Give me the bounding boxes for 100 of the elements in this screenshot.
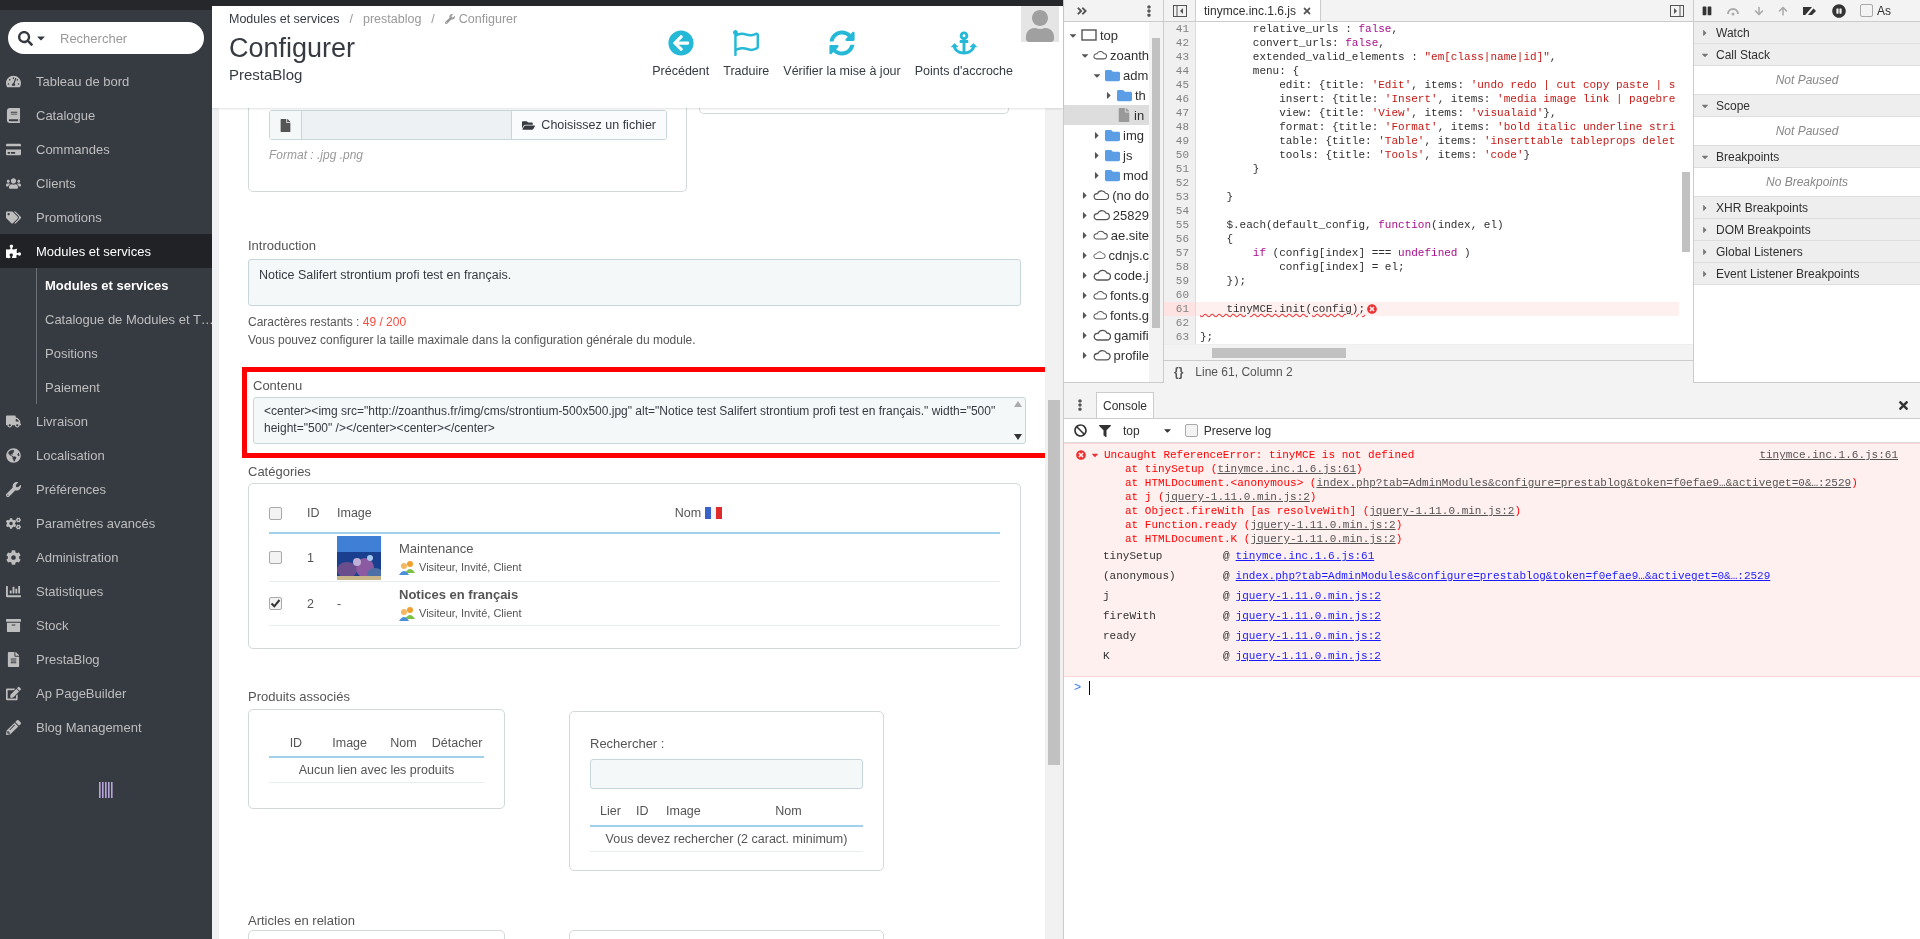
caret-right-icon[interactable]: [1104, 89, 1114, 101]
deactivate-breakpoints-icon[interactable]: [1802, 4, 1818, 17]
caret-right-icon[interactable]: [1080, 349, 1090, 361]
section-header[interactable]: DOM Breakpoints: [1694, 219, 1920, 241]
source-link[interactable]: jquery-1.11.0.min.js:2: [1164, 491, 1310, 503]
sidebar-item[interactable]: Livraison: [0, 404, 212, 438]
sidebar-item[interactable]: Statistiques: [0, 574, 212, 608]
tree-item[interactable]: fonts.g: [1064, 305, 1149, 325]
checkbox[interactable]: [1184, 424, 1198, 437]
caret-right-icon[interactable]: [1080, 249, 1090, 261]
tree-item[interactable]: fonts.g: [1064, 285, 1149, 305]
pause-on-exceptions-icon[interactable]: [1832, 3, 1846, 18]
sidebar-item[interactable]: Administration: [0, 540, 212, 574]
toolbar-button[interactable]: Vérifier la mise à jour: [781, 26, 903, 82]
search-field[interactable]: Rechercher: [8, 22, 204, 54]
caret-right-icon[interactable]: [1080, 269, 1090, 281]
tree-item[interactable]: th: [1064, 85, 1149, 105]
tree-item[interactable]: img: [1064, 125, 1149, 145]
submenu-item[interactable]: Positions: [37, 336, 212, 370]
console-tab[interactable]: Console: [1096, 392, 1155, 418]
tree-item[interactable]: ae.site: [1064, 225, 1149, 245]
sidebar-item[interactable]: Catalogue: [0, 98, 212, 132]
pretty-print-button[interactable]: {}: [1174, 365, 1184, 379]
caret-right-icon[interactable]: [1080, 329, 1090, 341]
panel-toggle-icon[interactable]: [1172, 4, 1187, 17]
source-link[interactable]: jquery-1.11.0.min.js:2: [1235, 610, 1381, 622]
submenu-item[interactable]: Modules et services: [37, 268, 212, 302]
source-link[interactable]: jquery-1.11.0.min.js:2: [1235, 650, 1381, 662]
search-field[interactable]: [590, 759, 863, 789]
caret-right-icon[interactable]: [1092, 169, 1102, 181]
panel-toggle-icon[interactable]: [1670, 4, 1684, 17]
toolbar-button[interactable]: Traduire: [721, 26, 772, 82]
tree-item[interactable]: profile: [1064, 345, 1149, 365]
pause-icon[interactable]: [1702, 5, 1712, 16]
content-field[interactable]: <center><img src="http://zoanthus.fr/img/cms/strontium-500x500.jpg" alt="Notice test Salifert strontium profi test en français." width="500" height="500" /></center><center></center>: [253, 397, 1026, 444]
scrollbar[interactable]: [1045, 108, 1063, 939]
tree-item[interactable]: adm: [1064, 65, 1149, 85]
tree-item[interactable]: js: [1064, 145, 1149, 165]
caret-right-icon[interactable]: [1080, 309, 1090, 321]
section-header[interactable]: Call Stack: [1694, 44, 1920, 66]
scroll-down-icon[interactable]: [1014, 434, 1022, 440]
chevrons-icon[interactable]: [1076, 4, 1088, 17]
checkbox[interactable]: [269, 551, 282, 564]
sidebar-item[interactable]: Ap PageBuilder: [0, 676, 212, 710]
caret-right-icon[interactable]: [1080, 209, 1090, 221]
file-tab[interactable]: tinymce.inc.1.6.js: [1196, 0, 1322, 21]
sidebar-item[interactable]: Blog Management: [0, 710, 212, 744]
caret-right-icon[interactable]: [1080, 189, 1090, 201]
caret-right-icon[interactable]: [1080, 229, 1090, 241]
clear-icon[interactable]: [1074, 424, 1087, 437]
section-header[interactable]: XHR Breakpoints: [1694, 197, 1920, 219]
source-link[interactable]: index.php?tab=AdminModules&configure=prestablog&token=f0efae9…&activeget=0&…:2529: [1316, 477, 1852, 489]
breadcrumb-link[interactable]: Modules et services: [229, 12, 340, 26]
source-link[interactable]: jquery-1.11.0.min.js:2: [1235, 590, 1381, 602]
caret-right-icon[interactable]: [1080, 289, 1090, 301]
sidebar-item[interactable]: Tableau de bord: [0, 64, 212, 98]
tree-item[interactable]: zoanth: [1064, 45, 1149, 65]
checkbox[interactable]: [1860, 4, 1873, 17]
submenu-item[interactable]: Catalogue de Modules et T…: [37, 302, 212, 336]
source-link[interactable]: jquery-1.11.0.min.js:2: [1250, 533, 1396, 545]
checkbox[interactable]: [269, 506, 282, 520]
tree-item[interactable]: in: [1064, 105, 1149, 125]
toolbar-button[interactable]: Points d'accroche: [912, 26, 1015, 82]
context-select[interactable]: top: [1123, 423, 1173, 438]
section-header[interactable]: Global Listeners: [1694, 241, 1920, 263]
sidebar-item[interactable]: Promotions: [0, 200, 212, 234]
sidebar-item[interactable]: Commandes: [0, 132, 212, 166]
sidebar-item[interactable]: Préférences: [0, 472, 212, 506]
sidebar-item[interactable]: Stock: [0, 608, 212, 642]
source-link[interactable]: tinymce.inc.1.6.js:61: [1217, 463, 1357, 475]
sidebar-item[interactable]: Clients: [0, 166, 212, 200]
source-link[interactable]: index.php?tab=AdminModules&configure=prestablog&token=f0efae9…&activeget=0&…:2529: [1235, 570, 1771, 582]
tree-item[interactable]: code.j: [1064, 265, 1149, 285]
source-link[interactable]: jquery-1.11.0.min.js:2: [1235, 630, 1381, 642]
source-link[interactable]: tinymce.inc.1.6.js:61: [1235, 550, 1375, 562]
sidebar-item[interactable]: Localisation: [0, 438, 212, 472]
tree-item[interactable]: 25829: [1064, 205, 1149, 225]
section-header[interactable]: Scope: [1694, 95, 1920, 117]
collapse-icon[interactable]: [99, 782, 113, 798]
sidebar-item[interactable]: Paramètres avancés: [0, 506, 212, 540]
section-header[interactable]: Breakpoints: [1694, 146, 1920, 168]
toolbar-button[interactable]: Précédent: [650, 26, 712, 82]
tree-item[interactable]: (no do: [1064, 185, 1149, 205]
source-link[interactable]: jquery-1.11.0.min.js:2: [1250, 519, 1396, 531]
section-header[interactable]: Watch: [1694, 22, 1920, 44]
checkbox[interactable]: [269, 597, 282, 610]
tree-item[interactable]: top: [1064, 25, 1149, 45]
scrollbar[interactable]: [1149, 22, 1163, 382]
sidebar-item[interactable]: Modules et services: [0, 234, 212, 268]
section-header[interactable]: Event Listener Breakpoints: [1694, 263, 1920, 285]
submenu-item[interactable]: Paiement: [37, 370, 212, 404]
tree-item[interactable]: gamifi: [1064, 325, 1149, 345]
close-icon[interactable]: [1897, 398, 1910, 412]
scrollbar[interactable]: [1164, 344, 1693, 360]
sidebar-item[interactable]: PrestaBlog: [0, 642, 212, 676]
source-link[interactable]: tinymce.inc.1.6.js:61: [1759, 448, 1898, 462]
source-link[interactable]: jquery-1.11.0.min.js:2: [1369, 505, 1515, 517]
filter-icon[interactable]: [1099, 424, 1111, 437]
introduction-field[interactable]: Notice Salifert strontium profi test en français.: [248, 259, 1021, 306]
close-icon[interactable]: [1302, 5, 1313, 16]
